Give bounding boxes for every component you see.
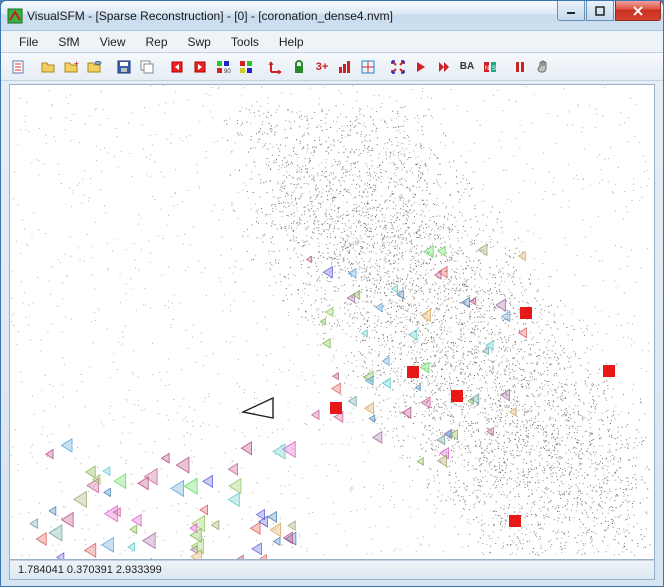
- add-three-button[interactable]: 3+: [311, 56, 333, 78]
- titlebar[interactable]: VisualSFM - [Sparse Reconstruction] - [0…: [1, 1, 663, 31]
- marker-point[interactable]: [407, 366, 419, 378]
- menu-view[interactable]: View: [90, 31, 136, 52]
- marker-point[interactable]: [509, 515, 521, 527]
- marker-point[interactable]: [520, 307, 532, 319]
- play-red-button[interactable]: [410, 56, 432, 78]
- rgb-grid-button[interactable]: 90: [212, 56, 234, 78]
- svg-text:90: 90: [224, 69, 231, 75]
- expand-button[interactable]: [387, 56, 409, 78]
- hand-button[interactable]: [532, 56, 554, 78]
- statusbar: 1.784041 0.370391 2.933399: [9, 560, 655, 580]
- layout-button[interactable]: [357, 56, 379, 78]
- copy-button[interactable]: [136, 56, 158, 78]
- menu-sfm[interactable]: SfM: [48, 31, 89, 52]
- save-button[interactable]: [113, 56, 135, 78]
- close-button[interactable]: [615, 1, 661, 21]
- play-dbl-button[interactable]: [433, 56, 455, 78]
- marker-point[interactable]: [603, 365, 615, 377]
- menubar: File SfM View Rep Swp Tools Help: [1, 31, 663, 53]
- svg-text:N: N: [485, 66, 489, 72]
- app-window: VisualSFM - [Sparse Reconstruction] - [0…: [0, 0, 664, 587]
- pause-button[interactable]: [509, 56, 531, 78]
- marker-point[interactable]: [330, 402, 342, 414]
- open-button[interactable]: [37, 56, 59, 78]
- nav-prev-button[interactable]: [166, 56, 188, 78]
- ba-button[interactable]: BA: [456, 56, 478, 78]
- minimize-button[interactable]: [557, 1, 585, 21]
- open-db-button[interactable]: [83, 56, 105, 78]
- bars-red-button[interactable]: [334, 56, 356, 78]
- new-doc-button[interactable]: [7, 56, 29, 78]
- menu-file[interactable]: File: [9, 31, 48, 52]
- color-grid-button[interactable]: [235, 56, 257, 78]
- menu-tools[interactable]: Tools: [221, 31, 269, 52]
- nav-next-button[interactable]: [189, 56, 211, 78]
- open-plus-button[interactable]: +: [60, 56, 82, 78]
- status-coords: 1.784041 0.370391 2.933399: [18, 564, 162, 576]
- viewport-3d[interactable]: [9, 84, 655, 560]
- toolbar: + 90 3+ BA NS: [1, 53, 663, 81]
- maximize-button[interactable]: [586, 1, 614, 21]
- menu-rep[interactable]: Rep: [135, 31, 177, 52]
- window-title: VisualSFM - [Sparse Reconstruction] - [0…: [27, 9, 557, 23]
- menu-swp[interactable]: Swp: [178, 31, 221, 52]
- marker-point[interactable]: [451, 390, 463, 402]
- menu-help[interactable]: Help: [269, 31, 314, 52]
- point-cloud-canvas: [10, 85, 655, 560]
- svg-text:S: S: [492, 66, 496, 72]
- svg-text:+: +: [74, 59, 79, 68]
- window-controls: [557, 1, 661, 21]
- compare-button[interactable]: NS: [479, 56, 501, 78]
- axis-toggle-button[interactable]: [265, 56, 287, 78]
- app-icon: [7, 8, 23, 24]
- lock-button[interactable]: [288, 56, 310, 78]
